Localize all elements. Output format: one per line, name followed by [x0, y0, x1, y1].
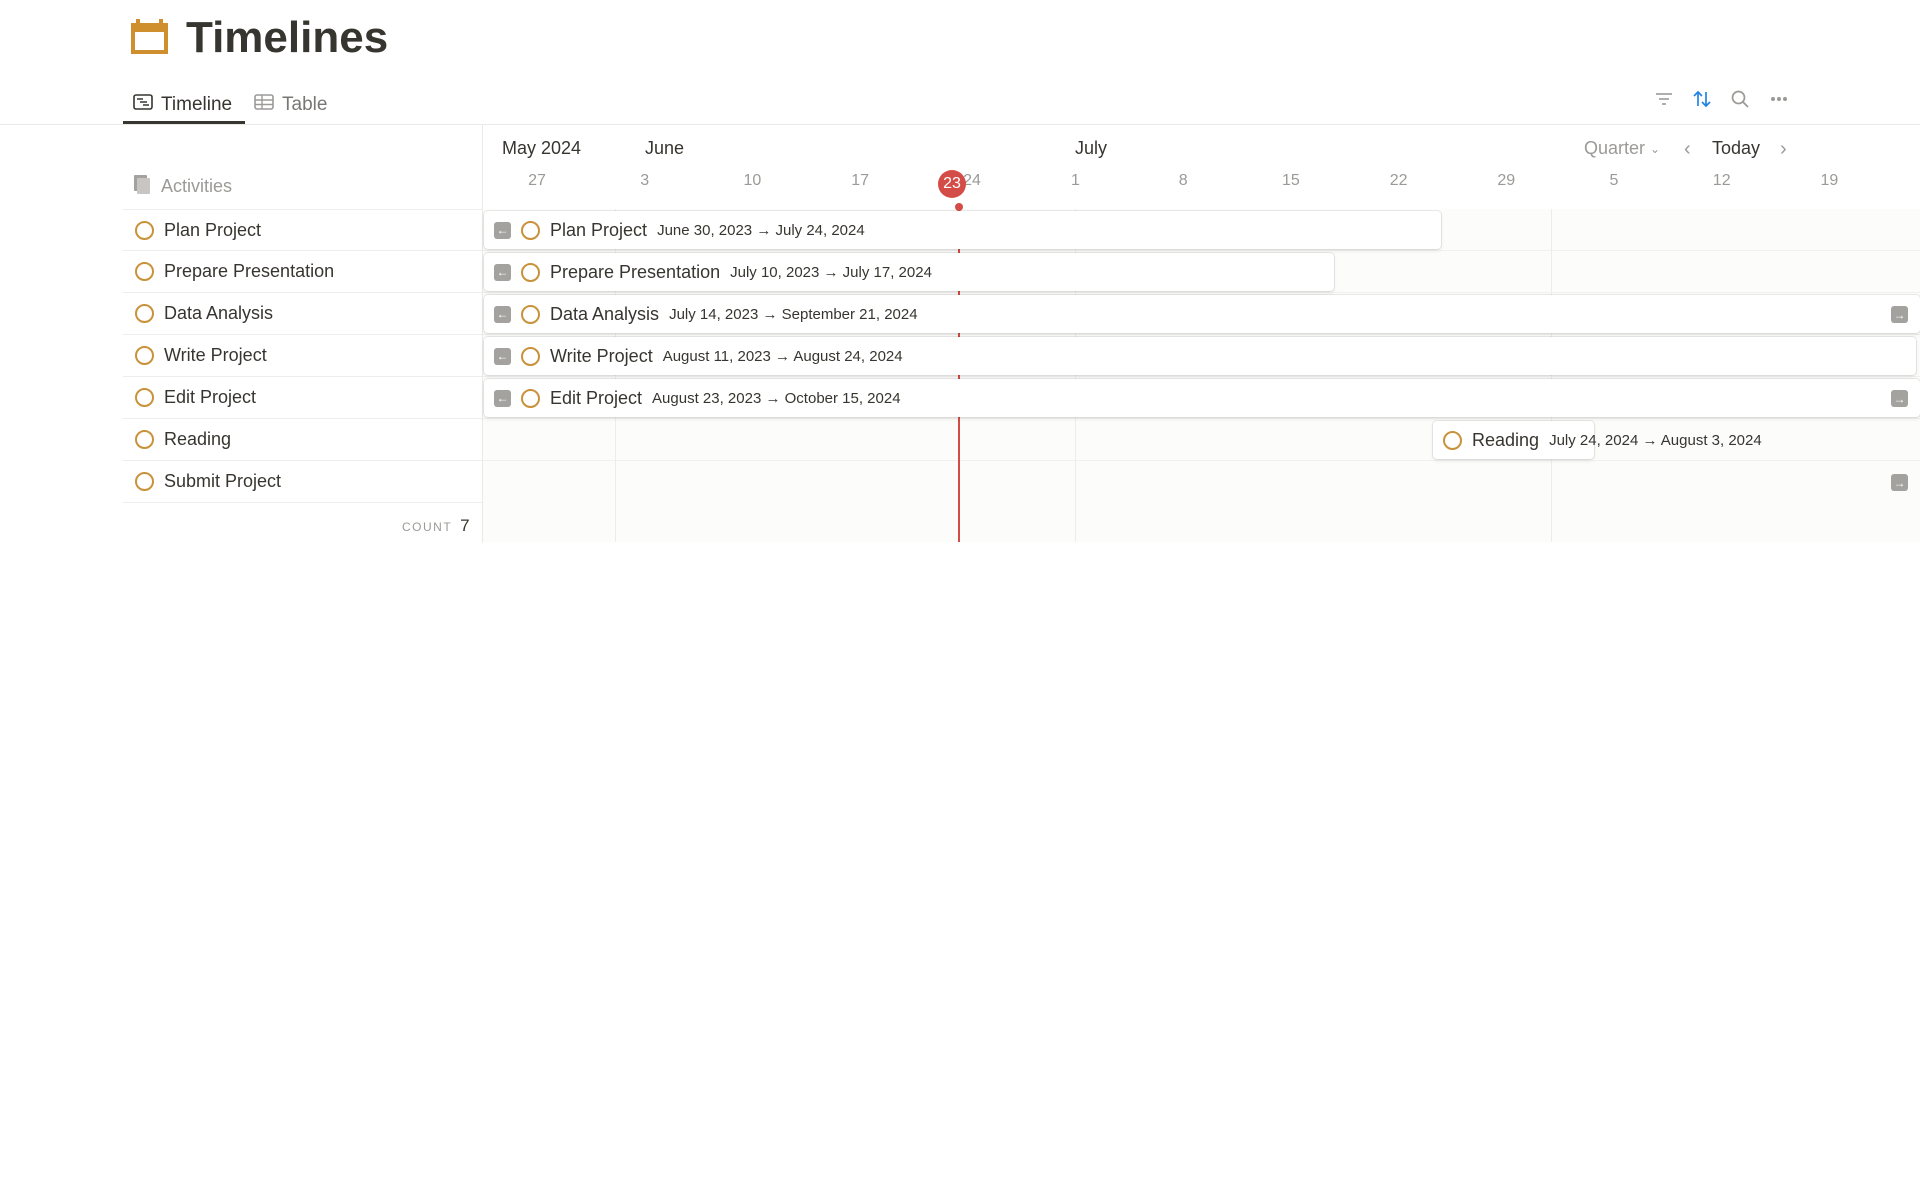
status-circle-icon: [135, 388, 154, 407]
today-marker: 23: [938, 170, 966, 198]
view-label: Quarter: [1584, 138, 1646, 158]
status-circle-icon: [135, 472, 154, 491]
arrow-right-icon[interactable]: →: [1891, 306, 1908, 323]
bar-title: Plan Project: [550, 219, 648, 240]
timeline-bar[interactable]: ← Prepare Presentation July 10, 2023 → Ju…: [484, 253, 1334, 291]
item-title: Plan Project: [164, 219, 262, 240]
bar-dates: June 30, 2023 → July 24, 2024: [657, 221, 865, 239]
bar-title: Write Project: [550, 345, 653, 366]
status-circle-icon: [521, 262, 540, 282]
sort-icon[interactable]: [1689, 86, 1715, 112]
chevron-down-icon: ⌄: [1650, 141, 1661, 156]
filter-icon[interactable]: [1651, 86, 1677, 112]
item-title: Submit Project: [164, 471, 282, 491]
today-dot: [955, 203, 963, 211]
bar-title: Prepare Presentation: [550, 261, 721, 282]
arrow-right-icon[interactable]: →: [1891, 474, 1908, 491]
search-icon[interactable]: [1727, 86, 1753, 112]
column-header: Activities: [161, 176, 233, 196]
tab-timeline[interactable]: Timeline: [133, 86, 232, 124]
month-label: June: [645, 138, 685, 158]
today-button[interactable]: Today: [1712, 138, 1760, 159]
item-title: Data Analysis: [164, 303, 274, 323]
status-circle-icon: [521, 220, 540, 240]
day-label: 19: [1820, 172, 1839, 189]
status-circle-icon: [135, 430, 154, 449]
day-label: 27: [528, 172, 546, 189]
list-item[interactable]: Edit Project: [123, 377, 482, 419]
arrow-left-icon[interactable]: ←: [494, 305, 511, 323]
bar-dates: July 10, 2023 → July 17, 2024: [730, 263, 932, 281]
day-label: 8: [1178, 172, 1188, 189]
status-circle-icon: [135, 220, 154, 240]
month-label: May 2024: [502, 138, 582, 158]
list-item[interactable]: Reading: [123, 419, 482, 461]
timeline-row: [483, 461, 1920, 503]
list-item[interactable]: Write Project: [123, 335, 482, 377]
item-title: Reading: [164, 429, 232, 449]
timeline-bar[interactable]: ← Data Analysis July 14, 2023 → September…: [484, 295, 1920, 333]
status-circle-icon: [135, 262, 154, 281]
day-label: 22: [1389, 172, 1408, 189]
page-title: Timelines: [186, 13, 389, 62]
timeline-row: [483, 503, 1920, 542]
timeline-icon: [133, 94, 153, 116]
timeline-bar[interactable]: ← Plan Project June 30, 2023 → July 24, 2…: [484, 211, 1441, 249]
list-item[interactable]: Prepare Presentation: [123, 251, 482, 293]
activities-header: Activities: [133, 174, 232, 199]
arrow-left-icon[interactable]: ←: [494, 389, 511, 407]
day-label: 1: [1071, 172, 1080, 189]
day-label: 12: [1712, 172, 1731, 189]
count-value: 7: [460, 516, 470, 535]
item-title: Prepare Presentation: [164, 261, 335, 281]
day-label: 29: [1497, 172, 1516, 189]
pages-icon: [133, 174, 151, 199]
item-title: Write Project: [164, 345, 267, 365]
status-circle-icon: [1443, 430, 1462, 450]
count-label: COUNT: [402, 520, 453, 534]
timeline-bar[interactable]: Reading July 24, 2024 → August 3, 2024: [1433, 421, 1762, 459]
month-label: July: [1075, 138, 1108, 158]
tab-label: Timeline: [161, 94, 233, 115]
list-item[interactable]: Plan Project: [123, 209, 482, 251]
table-icon: [254, 94, 274, 116]
arrow-left-icon[interactable]: ←: [494, 347, 511, 365]
item-title: Edit Project: [164, 387, 257, 407]
tab-label: Table: [282, 94, 328, 115]
bar-title: Edit Project: [550, 387, 643, 408]
more-icon[interactable]: [1766, 86, 1792, 112]
bar-dates: July 14, 2023 → September 21, 2024: [669, 305, 918, 323]
arrow-left-icon[interactable]: ←: [494, 263, 511, 281]
status-circle-icon: [521, 346, 540, 366]
status-circle-icon: [521, 388, 540, 408]
tab-table[interactable]: Table: [254, 86, 327, 124]
arrow-right-icon[interactable]: →: [1891, 390, 1908, 407]
month-gridline: [1551, 209, 1552, 542]
day-label: 15: [1281, 172, 1300, 189]
bar-dates: August 23, 2023 → October 15, 2024: [652, 389, 901, 407]
arrow-left-icon[interactable]: ←: [494, 221, 511, 239]
timeline-bar[interactable]: ← Write Project August 11, 2023 → August …: [484, 337, 1916, 375]
bar-dates: August 11, 2023 → August 24, 2024: [662, 347, 903, 365]
bar-title: Reading: [1472, 429, 1540, 450]
day-label: 3: [640, 172, 650, 189]
status-circle-icon: [135, 346, 154, 365]
bar-title: Data Analysis: [550, 303, 660, 324]
day-label: 17: [851, 172, 869, 189]
header-divider: [0, 124, 1920, 125]
bar-dates: July 24, 2024 → August 3, 2024: [1549, 431, 1762, 449]
calendar-icon: [131, 19, 168, 54]
status-circle-icon: [135, 304, 154, 323]
prev-chevron-icon[interactable]: ‹: [1684, 138, 1691, 161]
timeline-bar[interactable]: ← Edit Project August 23, 2023 → October …: [484, 379, 1920, 417]
day-label: 10: [743, 172, 762, 189]
list-item[interactable]: Submit Project: [123, 461, 482, 503]
status-circle-icon: [521, 304, 540, 324]
count-footer: COUNT 7: [402, 516, 470, 536]
next-chevron-icon[interactable]: ›: [1780, 138, 1787, 161]
view-selector[interactable]: Quarter ⌄: [1584, 138, 1660, 159]
list-item[interactable]: Data Analysis: [123, 293, 482, 335]
day-label: 5: [1609, 172, 1619, 189]
